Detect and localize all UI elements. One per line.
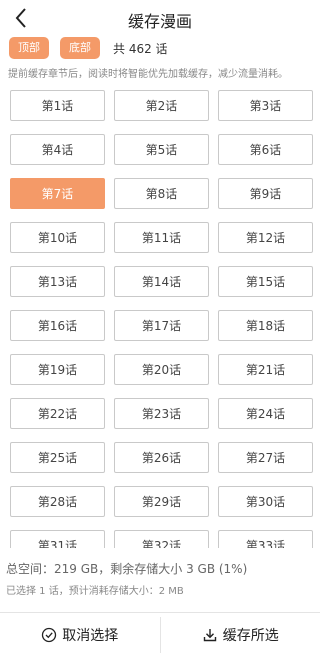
chapter-item[interactable]: 第16话	[10, 310, 105, 341]
chapter-item[interactable]: 第22话	[10, 398, 105, 429]
chapter-count: 共 462 话	[113, 40, 168, 57]
cache-selected-button[interactable]: 缓存所选	[161, 613, 320, 657]
chapter-item[interactable]: 第12话	[218, 222, 313, 253]
chapter-item[interactable]: 第3话	[218, 90, 313, 121]
chapter-item[interactable]: 第31话	[10, 530, 105, 548]
chapter-item[interactable]: 第6话	[218, 134, 313, 165]
chapter-item[interactable]: 第2话	[114, 90, 209, 121]
chapter-item[interactable]: 第27话	[218, 442, 313, 473]
page-title: 缓存漫画	[0, 8, 320, 32]
chapter-grid: 第1话第2话第3话第4话第5话第6话第7话第8话第9话第10话第11话第12话第…	[10, 90, 313, 548]
chapter-item[interactable]: 第7话	[10, 178, 105, 209]
chapter-item[interactable]: 第18话	[218, 310, 313, 341]
chapter-item[interactable]: 第20话	[114, 354, 209, 385]
chapter-item[interactable]: 第25话	[10, 442, 105, 473]
chapter-grid-viewport[interactable]: 第1话第2话第3话第4话第5话第6话第7话第8话第9话第10话第11话第12话第…	[0, 84, 320, 548]
chapter-item[interactable]: 第29话	[114, 486, 209, 517]
chapter-item[interactable]: 第23话	[114, 398, 209, 429]
chapter-item[interactable]: 第24话	[218, 398, 313, 429]
download-icon	[202, 627, 218, 643]
chapter-item[interactable]: 第11话	[114, 222, 209, 253]
chapter-item[interactable]: 第15话	[218, 266, 313, 297]
check-circle-icon	[41, 627, 57, 643]
cache-selected-label: 缓存所选	[223, 625, 279, 645]
chapter-item[interactable]: 第33话	[218, 530, 313, 548]
cancel-selection-label: 取消选择	[62, 625, 118, 645]
chapter-item[interactable]: 第26话	[114, 442, 209, 473]
chapter-item[interactable]: 第13话	[10, 266, 105, 297]
chapter-item[interactable]: 第28话	[10, 486, 105, 517]
cancel-selection-button[interactable]: 取消选择	[0, 613, 160, 657]
header: 缓存漫画	[0, 0, 320, 36]
chapter-item[interactable]: 第8话	[114, 178, 209, 209]
chapter-item[interactable]: 第17话	[114, 310, 209, 341]
chapter-item[interactable]: 第4话	[10, 134, 105, 165]
chapter-item[interactable]: 第19话	[10, 354, 105, 385]
scroll-bottom-button[interactable]: 底部	[60, 37, 100, 59]
chapter-item[interactable]: 第1话	[10, 90, 105, 121]
chapter-item[interactable]: 第10话	[10, 222, 105, 253]
chapter-item[interactable]: 第5话	[114, 134, 209, 165]
storage-info: 总空间：219 GB，剩余存储大小 3 GB (1%)	[6, 560, 247, 577]
chapter-item[interactable]: 第32话	[114, 530, 209, 548]
chapter-item[interactable]: 第30话	[218, 486, 313, 517]
chapter-item[interactable]: 第9话	[218, 178, 313, 209]
toolbar: 顶部 底部 共 462 话	[9, 37, 168, 59]
selection-info: 已选择 1 话，预计消耗存储大小：2 MB	[6, 582, 184, 597]
chapter-item[interactable]: 第14话	[114, 266, 209, 297]
bottom-bar: 取消选择 缓存所选	[0, 612, 320, 657]
scroll-top-button[interactable]: 顶部	[9, 37, 49, 59]
cache-hint: 提前缓存章节后，阅读时将智能优先加载缓存，减少流量消耗。	[8, 65, 288, 80]
chapter-item[interactable]: 第21话	[218, 354, 313, 385]
